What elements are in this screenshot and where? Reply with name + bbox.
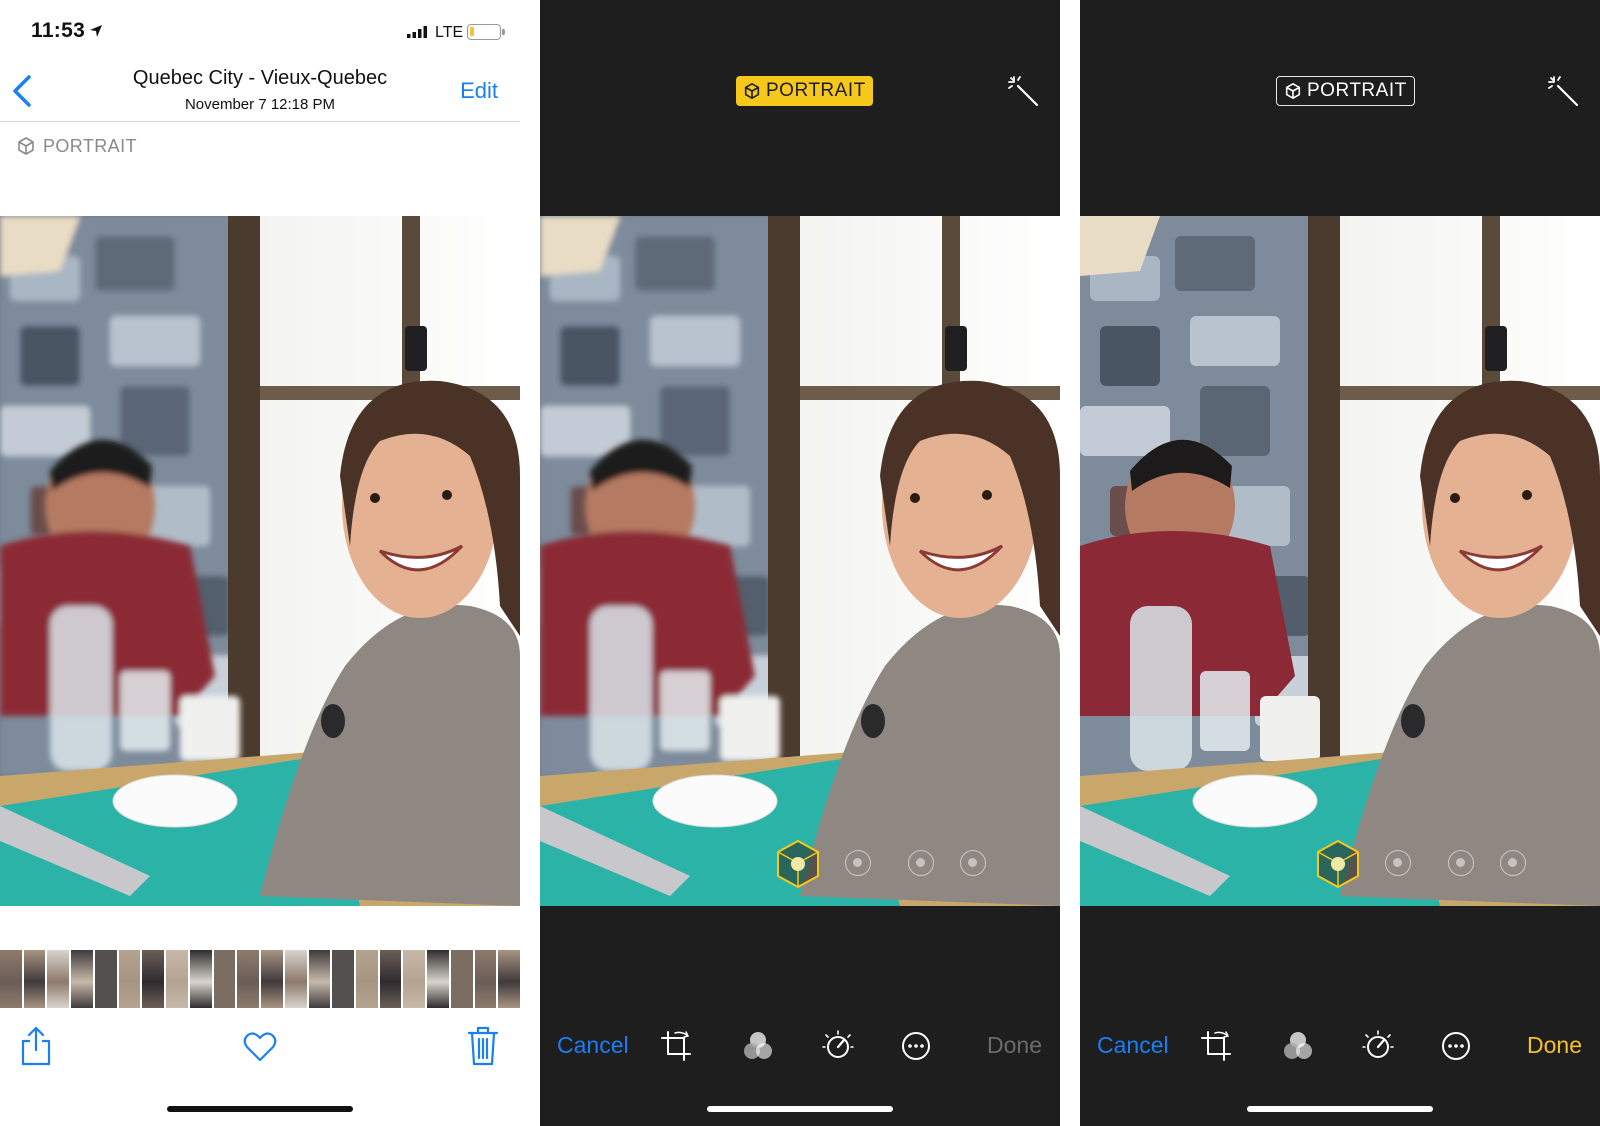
photo-filmstrip[interactable] — [0, 950, 520, 1008]
filmstrip-thumbnail[interactable] — [332, 950, 355, 1008]
adjust-dial-icon[interactable] — [1362, 1030, 1394, 1062]
filmstrip-thumbnail[interactable] — [166, 950, 188, 1008]
cancel-button[interactable]: Cancel — [1097, 1032, 1169, 1059]
portrait-photo[interactable] — [0, 216, 520, 906]
status-time: 11:53 — [31, 19, 86, 42]
done-button[interactable]: Done — [987, 1032, 1042, 1059]
portrait-lighting-cube-icon[interactable] — [774, 838, 822, 890]
filmstrip-thumbnail[interactable] — [450, 950, 473, 1008]
signal-bars-icon — [407, 26, 427, 38]
filters-icon[interactable] — [1282, 1030, 1314, 1062]
portrait-toggle-label: PORTRAIT — [766, 80, 866, 101]
filmstrip-thumbnail[interactable] — [403, 950, 426, 1008]
filmstrip-thumbnail[interactable] — [474, 950, 497, 1008]
portrait-indicator: PORTRAIT — [16, 134, 137, 158]
viewer-toolbar — [0, 1026, 520, 1072]
photo-image — [1080, 216, 1600, 906]
filmstrip-thumbnail[interactable] — [189, 950, 212, 1008]
lighting-option-dot[interactable] — [1500, 850, 1526, 876]
status-bar: 11:53 LTE — [0, 0, 520, 58]
photo-date: November 7 12:18 PM — [184, 96, 336, 113]
filmstrip-thumbnail[interactable] — [71, 950, 93, 1008]
adjust-dial-icon[interactable] — [822, 1030, 854, 1062]
location-arrow-icon — [90, 25, 102, 37]
photo-image — [0, 216, 520, 906]
portrait-lighting-picker[interactable] — [1080, 836, 1600, 896]
portrait-toggle[interactable]: PORTRAIT — [1276, 76, 1415, 106]
lighting-option-dot[interactable] — [908, 850, 934, 876]
filmstrip-thumbnail[interactable] — [356, 950, 378, 1008]
filmstrip-thumbnail[interactable] — [308, 950, 331, 1008]
done-button[interactable]: Done — [1527, 1032, 1582, 1059]
lighting-option-dot[interactable] — [1385, 850, 1411, 876]
filmstrip-thumbnail[interactable] — [427, 950, 449, 1008]
magic-wand-icon[interactable] — [1546, 74, 1580, 108]
portrait-lighting-picker[interactable] — [540, 836, 1060, 896]
photo-image — [540, 216, 1060, 906]
filmstrip-thumbnail[interactable] — [47, 950, 70, 1008]
portrait-toggle-label: PORTRAIT — [1307, 80, 1407, 101]
filmstrip-thumbnail[interactable] — [213, 950, 236, 1008]
portrait-toggle[interactable]: PORTRAIT — [736, 76, 873, 106]
nav-bar: Quebec City - Vieux-Quebec November 7 12… — [0, 58, 520, 122]
filmstrip-thumbnail[interactable] — [142, 950, 165, 1008]
more-icon[interactable] — [900, 1030, 932, 1062]
cancel-button[interactable]: Cancel — [557, 1032, 629, 1059]
filters-icon[interactable] — [742, 1030, 774, 1062]
share-icon[interactable] — [20, 1026, 52, 1066]
heart-icon[interactable] — [243, 1032, 277, 1062]
portrait-label: PORTRAIT — [43, 135, 137, 156]
filmstrip-thumbnail[interactable] — [284, 950, 307, 1008]
lighting-option-dot[interactable] — [960, 850, 986, 876]
battery-icon — [467, 24, 505, 40]
portrait-cube-icon — [744, 82, 760, 100]
photo-location-title: Quebec City - Vieux-Quebec — [132, 67, 388, 89]
magic-wand-icon[interactable] — [1006, 74, 1040, 108]
edit-button[interactable]: Edit — [460, 78, 498, 104]
filmstrip-thumbnail[interactable] — [23, 950, 46, 1008]
crop-rotate-icon[interactable] — [660, 1030, 692, 1062]
edit-screen-portrait-off: PORTRAIT Cancel Done — [1080, 0, 1600, 1126]
photo-viewer-screen: 11:53 LTE Quebec City - Vieux-Quebec Nov… — [0, 0, 520, 1126]
carrier-label: LTE — [435, 24, 464, 41]
portrait-photo[interactable] — [540, 216, 1060, 906]
crop-rotate-icon[interactable] — [1200, 1030, 1232, 1062]
portrait-cube-icon — [1285, 82, 1301, 100]
filmstrip-thumbnail[interactable] — [118, 950, 141, 1008]
filmstrip-thumbnail[interactable] — [498, 950, 520, 1008]
portrait-photo[interactable] — [1080, 216, 1600, 906]
home-indicator[interactable] — [1247, 1106, 1433, 1112]
trash-icon[interactable] — [467, 1026, 499, 1066]
portrait-cube-icon — [18, 137, 34, 155]
lighting-option-dot[interactable] — [1448, 850, 1474, 876]
filmstrip-thumbnail[interactable] — [237, 950, 260, 1008]
more-icon[interactable] — [1440, 1030, 1472, 1062]
filmstrip-thumbnail[interactable] — [261, 950, 283, 1008]
home-indicator[interactable] — [167, 1106, 353, 1112]
edit-toolbar: Cancel Done — [540, 1022, 1060, 1070]
portrait-lighting-cube-icon[interactable] — [1314, 838, 1362, 890]
edit-toolbar: Cancel Done — [1080, 1022, 1600, 1070]
home-indicator[interactable] — [707, 1106, 893, 1112]
filmstrip-thumbnail[interactable] — [0, 950, 22, 1008]
filmstrip-thumbnail[interactable] — [94, 950, 117, 1008]
edit-screen-portrait-on: PORTRAIT Cancel Done — [540, 0, 1060, 1126]
filmstrip-thumbnail[interactable] — [379, 950, 402, 1008]
lighting-option-dot[interactable] — [845, 850, 871, 876]
